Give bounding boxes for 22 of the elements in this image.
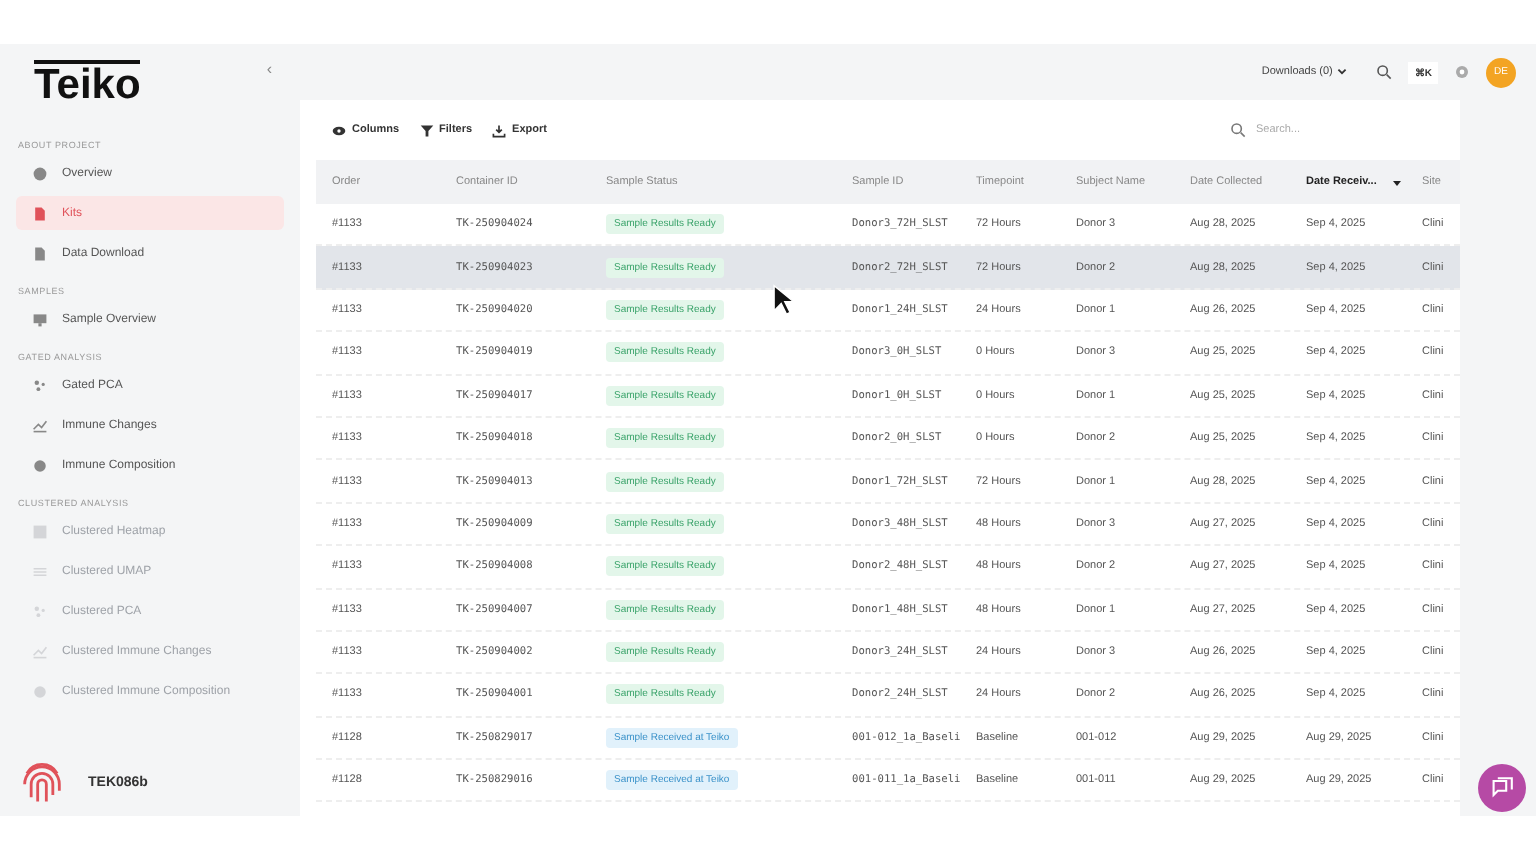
- lines-icon: [32, 563, 48, 579]
- chat-button[interactable]: [1478, 764, 1526, 812]
- document-icon: [32, 245, 48, 261]
- chevron-down-icon: [1336, 66, 1349, 78]
- grid-icon: [32, 523, 48, 539]
- cursor-icon: [772, 284, 794, 316]
- filter-icon: [419, 123, 434, 137]
- sort-down-icon: [1392, 177, 1403, 187]
- line-chart-icon: [32, 417, 48, 433]
- search-icon: [1230, 122, 1246, 138]
- circle-icon: [32, 457, 48, 473]
- scatter-plot-icon: [32, 603, 48, 619]
- chat-icon: [1488, 774, 1516, 802]
- line-chart-icon: [32, 643, 48, 659]
- logo: Teiko: [34, 60, 141, 106]
- monitor-icon: [32, 311, 48, 327]
- eye-icon: [332, 123, 346, 137]
- circle-icon: [32, 683, 48, 699]
- search-icon[interactable]: [1376, 64, 1393, 80]
- document-icon: [32, 205, 48, 221]
- download-icon: [492, 123, 507, 137]
- scatter-plot-icon: [32, 377, 48, 393]
